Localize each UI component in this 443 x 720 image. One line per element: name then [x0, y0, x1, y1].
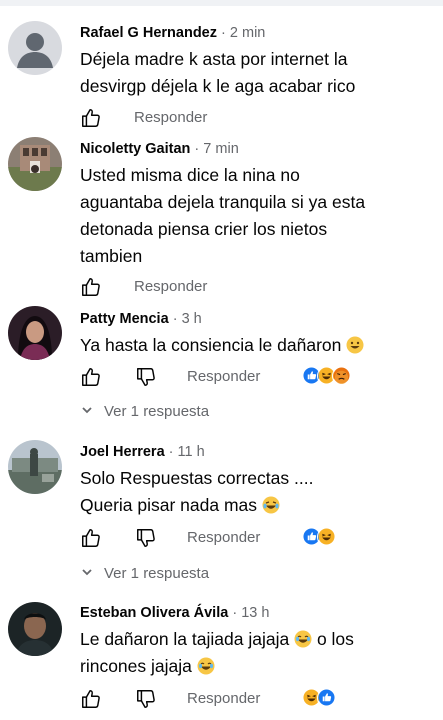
author-name[interactable]: Joel Herrera [80, 444, 165, 460]
author-name[interactable]: Rafael G Hernandez [80, 25, 217, 41]
reply-button[interactable]: Responder [134, 109, 207, 126]
separator: · [172, 311, 178, 327]
comment-text: Ya hasta la consiencia le dañaron [80, 332, 433, 359]
thumbs-down-icon[interactable] [135, 527, 157, 549]
separator: · [221, 25, 226, 41]
author-name[interactable]: Nicoletty Gaitan [80, 141, 190, 157]
comment-line: detonada piensa crier los nietos [80, 219, 328, 239]
thumbs-up-icon[interactable] [80, 276, 102, 298]
tears-of-joy-emoji-icon [294, 629, 312, 648]
reaction-summary[interactable] [302, 688, 337, 710]
avatar[interactable] [8, 21, 62, 75]
comment-line: Solo Respuestas correctas .... [80, 468, 314, 488]
comment-line: Le dañaron la tajiada jajaja [80, 629, 290, 649]
avatar[interactable] [8, 602, 62, 656]
comment-text: Usted misma dice la nina no aguantaba de… [80, 162, 433, 270]
comment-actions: Responder [80, 275, 207, 299]
comment-line: Usted misma dice la nina no [80, 165, 300, 185]
laughing-emoji-icon [262, 495, 280, 514]
smile-emoji-icon [346, 335, 364, 354]
view-replies-label: Ver 1 respuesta [104, 403, 210, 420]
comment-header: Patty Mencia · 3 h [80, 310, 433, 328]
separator: · [168, 444, 174, 460]
comment-line: aguantaba dejela tranquila si ya esta [80, 192, 366, 212]
separator: · [232, 605, 238, 621]
reply-button[interactable]: Responder [187, 368, 260, 385]
thumbs-up-icon[interactable] [80, 107, 102, 129]
comment-header: Joel Herrera · 11 h [80, 443, 433, 461]
timestamp[interactable]: 7 min [203, 141, 238, 157]
view-replies-label: Ver 1 respuesta [104, 565, 210, 582]
thumbs-up-icon[interactable] [80, 527, 102, 549]
reaction-summary[interactable] [302, 366, 352, 388]
chevron-down-icon [80, 565, 94, 579]
reply-button[interactable]: Responder [187, 690, 260, 707]
separator: · [194, 141, 200, 157]
reply-button[interactable]: Responder [187, 529, 260, 546]
author-name[interactable]: Esteban Olivera Ávila [80, 605, 228, 621]
thumbs-up-icon[interactable] [80, 366, 102, 388]
avatar[interactable] [8, 440, 62, 494]
comment-actions: Responder [80, 687, 360, 711]
comment-line: rincones jajaja [80, 656, 192, 676]
timestamp[interactable]: 13 h [241, 605, 269, 621]
like-reaction-icon [317, 688, 337, 708]
comment-line: Ya hasta la consiencia le dañaron [80, 335, 342, 355]
view-replies-link[interactable]: Ver 1 respuesta [80, 403, 209, 420]
comment-actions: Responder [80, 365, 360, 389]
thumbs-down-icon[interactable] [135, 366, 157, 388]
comment-line: desvirgp déjela k le aga acabar rico [80, 76, 356, 96]
comment-header: Rafael G Hernandez · 2 min [80, 24, 433, 42]
comment-header: Nicoletty Gaitan · 7 min [80, 140, 433, 158]
comment-line: o los [316, 629, 354, 649]
haha-reaction-icon [317, 527, 337, 547]
view-replies-link[interactable]: Ver 1 respuesta [80, 565, 209, 582]
author-name[interactable]: Patty Mencia [80, 311, 169, 327]
angry-reaction-icon [332, 366, 352, 386]
comment-text: Déjela madre k asta por internet la desv… [80, 46, 433, 100]
chevron-down-icon [80, 403, 94, 417]
comment-actions: Responder [80, 106, 207, 130]
comment-line: Déjela madre k asta por internet la [80, 49, 348, 69]
reply-button[interactable]: Responder [134, 278, 207, 295]
comment-text: Solo Respuestas correctas .... Queria pi… [80, 465, 433, 519]
thumbs-up-icon[interactable] [80, 688, 102, 710]
avatar[interactable] [8, 137, 62, 191]
timestamp[interactable]: 2 min [230, 25, 265, 41]
avatar[interactable] [8, 306, 62, 360]
thumbs-down-icon[interactable] [135, 688, 157, 710]
comment-header: Esteban Olivera Ávila · 13 h [80, 604, 433, 622]
timestamp[interactable]: 11 h [178, 444, 205, 460]
comment-line: Queria pisar nada mas [80, 495, 258, 515]
top-divider [0, 0, 443, 6]
comment-line: tambien [80, 246, 143, 266]
reaction-summary[interactable] [302, 527, 337, 549]
comment-text: Le dañaron la tajiada jajaja o los rinco… [80, 626, 433, 680]
tears-of-joy-emoji-icon [197, 656, 215, 675]
timestamp[interactable]: 3 h [182, 311, 202, 327]
comment-actions: Responder [80, 526, 360, 550]
